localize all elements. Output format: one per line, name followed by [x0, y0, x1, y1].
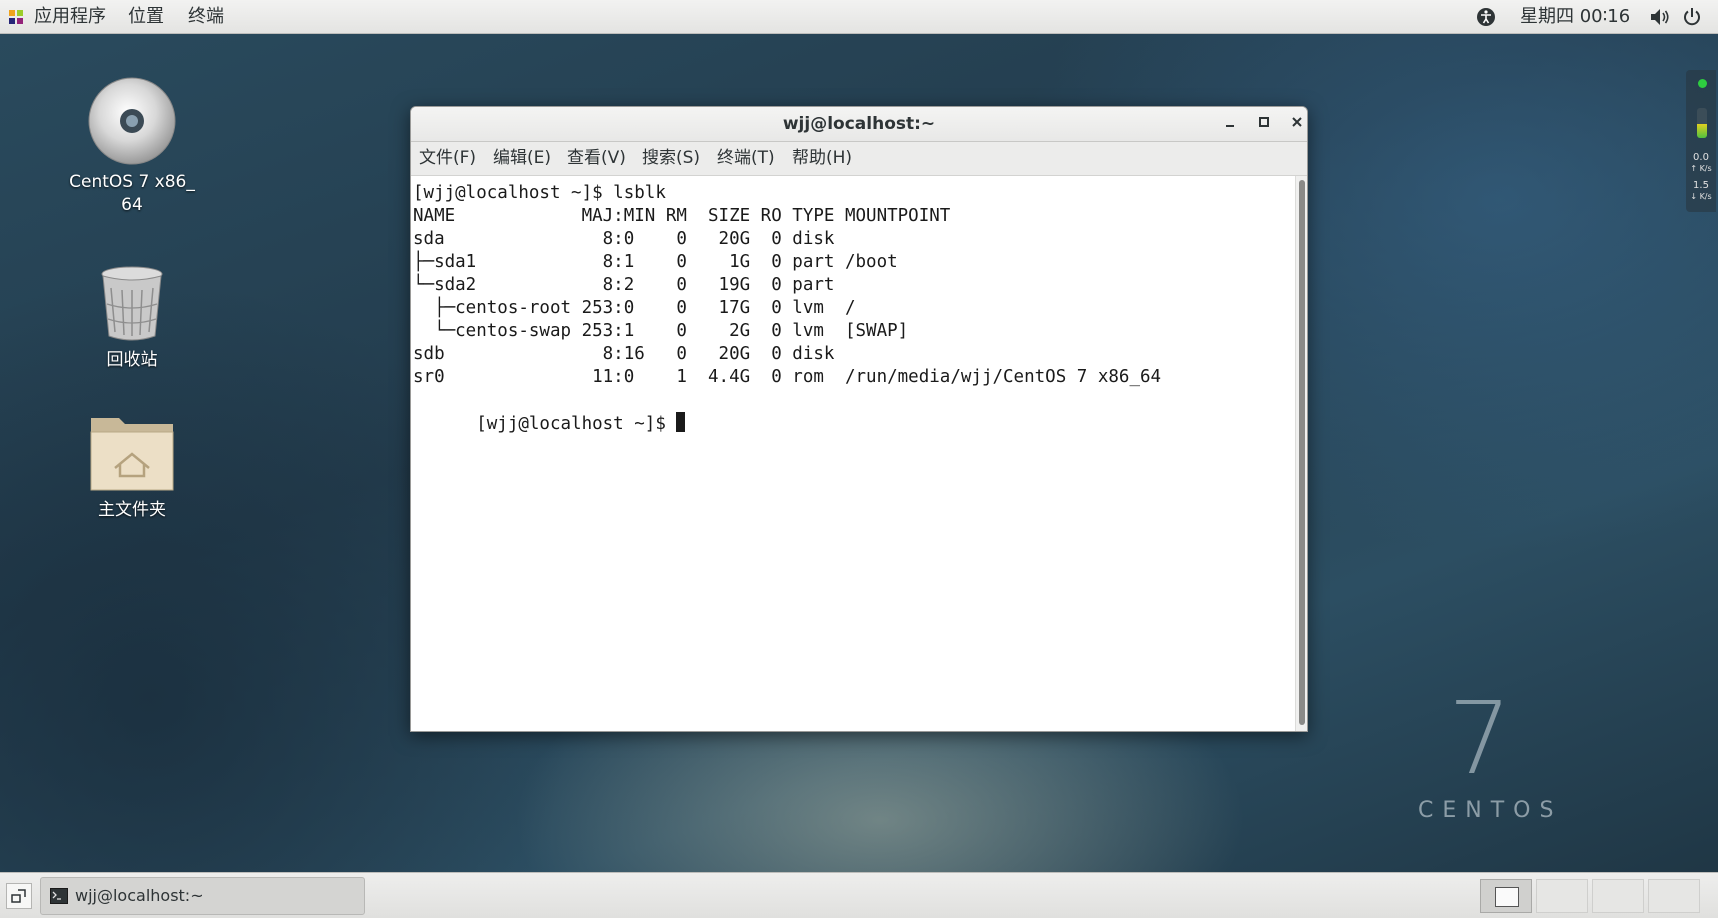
terminal-menubar: 文件(F) 编辑(E) 查看(V) 搜索(S) 终端(T) 帮助(H) — [411, 142, 1307, 176]
terminal-line: sda 8:0 0 20G 0 disk — [413, 229, 835, 249]
terminal-line: [wjj@localhost ~]$ lsblk — [413, 183, 666, 203]
minimize-button[interactable] — [1218, 113, 1242, 135]
maximize-button[interactable] — [1252, 113, 1276, 135]
places-menu[interactable]: 位置 — [128, 0, 164, 33]
dvd-label-line1: CentOS 7 x86_ — [69, 172, 195, 192]
terminal-line: NAME MAJ:MIN RM SIZE RO TYPE MOUNTPOINT — [413, 206, 951, 226]
scrollbar-thumb[interactable] — [1299, 180, 1305, 725]
taskbar-item-label: wjj@localhost:~ — [75, 886, 204, 905]
terminal-window[interactable]: wjj@localhost:~ 文件(F) 编辑(E) 查看(V) 搜索(S) … — [410, 106, 1308, 732]
terminal-line: └─centos-swap 253:1 0 2G 0 lvm [SWAP] — [413, 321, 909, 341]
menu-file[interactable]: 文件(F) — [419, 142, 476, 175]
workspace-1[interactable] — [1480, 879, 1532, 913]
centos-watermark-number: 7 — [1448, 680, 1512, 797]
terminal-cursor — [676, 412, 686, 432]
terminal-app-menu[interactable]: 终端 — [188, 0, 224, 33]
menu-help[interactable]: 帮助(H) — [792, 142, 852, 175]
menu-view[interactable]: 查看(V) — [567, 142, 626, 175]
terminal-icon — [50, 888, 68, 904]
terminal-line: sr0 11:0 1 4.4G 0 rom /run/media/wjj/Cen… — [413, 367, 1162, 387]
close-button[interactable] — [1285, 113, 1307, 135]
trash-icon — [101, 266, 163, 341]
upload-rate: 0.0 ↑ K/s — [1690, 152, 1712, 173]
centos-watermark-text: CENTOS — [1418, 798, 1563, 823]
window-titlebar[interactable]: wjj@localhost:~ — [411, 107, 1307, 142]
dvd-disc-icon — [88, 77, 176, 165]
download-rate: 1.5 ↓ K/s — [1690, 180, 1712, 201]
workspace-window-thumb — [1495, 887, 1519, 907]
desktop-icon-home[interactable]: 主文件夹 — [52, 412, 212, 522]
show-desktop-icon — [11, 889, 26, 903]
clock[interactable]: 星期四 00∶16 — [1520, 0, 1630, 33]
trash-label: 回收站 — [106, 350, 158, 370]
terminal-prompt-line: [wjj@localhost ~]$ — [413, 389, 686, 459]
volume-icon[interactable] — [1650, 8, 1670, 26]
terminal-line: ├─centos-root 253:0 0 17G 0 lvm / — [413, 298, 856, 318]
terminal-scrollbar[interactable] — [1295, 176, 1307, 731]
close-icon — [1292, 117, 1302, 127]
terminal-line: └─sda2 8:2 0 19G 0 part — [413, 275, 835, 295]
applications-menu[interactable]: 应用程序 — [34, 0, 106, 33]
load-meter — [1697, 108, 1707, 138]
home-label: 主文件夹 — [98, 500, 166, 520]
show-desktop-button[interactable] — [6, 883, 32, 909]
top-bar: 应用程序 位置 终端 星期四 00∶16 — [0, 0, 1718, 34]
desktop-icon-trash[interactable]: 回收站 — [52, 264, 212, 372]
taskbar-item-terminal[interactable]: wjj@localhost:~ — [40, 877, 365, 915]
menu-terminal[interactable]: 终端(T) — [717, 142, 775, 175]
status-dot-icon — [1698, 79, 1707, 88]
terminal-line: sdb 8:16 0 20G 0 disk — [413, 344, 835, 364]
workspace-4[interactable] — [1648, 879, 1700, 913]
home-folder-icon — [90, 418, 174, 491]
terminal-prompt: [wjj@localhost ~]$ — [476, 414, 677, 434]
window-title: wjj@localhost:~ — [782, 114, 936, 134]
maximize-icon — [1259, 117, 1269, 127]
minimize-icon — [1226, 125, 1234, 127]
desktop-icon-dvd[interactable]: CentOS 7 x86_ 64 — [52, 76, 212, 217]
terminal-output[interactable]: [wjj@localhost ~]$ lsblk NAME MAJ:MIN RM… — [411, 176, 1295, 731]
workspace-3[interactable] — [1592, 879, 1644, 913]
terminal-line: ├─sda1 8:1 0 1G 0 part /boot — [413, 252, 898, 272]
workspace-2[interactable] — [1536, 879, 1588, 913]
menu-edit[interactable]: 编辑(E) — [493, 142, 551, 175]
accessibility-icon[interactable] — [1476, 7, 1496, 27]
menu-search[interactable]: 搜索(S) — [642, 142, 700, 175]
power-icon[interactable] — [1682, 7, 1702, 27]
applications-logo-icon — [9, 10, 23, 24]
dvd-label-line2: 64 — [121, 195, 143, 215]
bottom-taskbar: wjj@localhost:~ — [0, 872, 1718, 918]
network-monitor-widget[interactable]: 0.0 ↑ K/s 1.5 ↓ K/s — [1686, 70, 1716, 212]
